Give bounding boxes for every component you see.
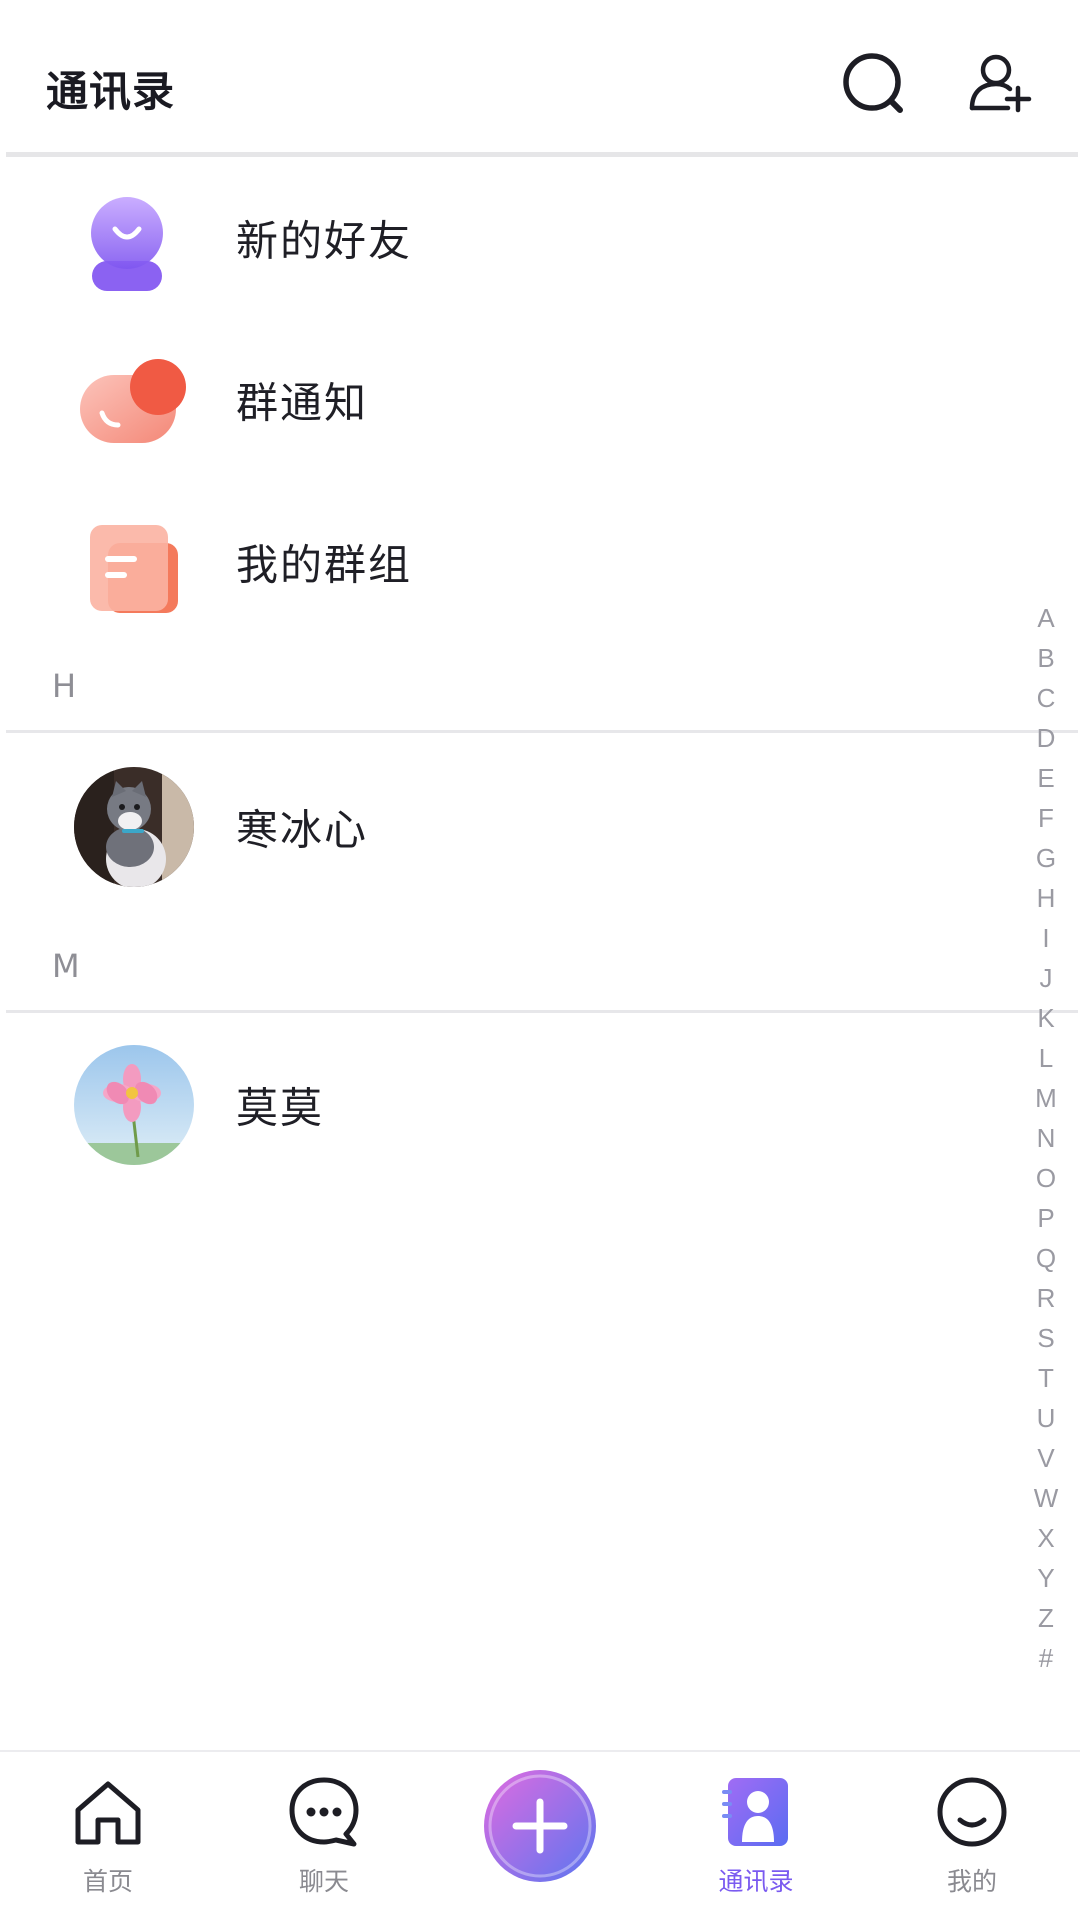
alphabet-index-letter[interactable]: T xyxy=(1038,1358,1054,1398)
alphabet-index-letter[interactable]: P xyxy=(1037,1198,1054,1238)
section-letter: M xyxy=(52,947,80,985)
contact-name: 寒冰心 xyxy=(236,805,369,855)
add-friend-icon xyxy=(969,54,1032,113)
alphabet-index[interactable]: A B C D E F G H I J K L M N O P Q R S T U V W X Y Z # xyxy=(1026,598,1066,1678)
tab-label: 我的 xyxy=(946,1867,997,1896)
section-divider xyxy=(6,1010,1078,1013)
tab-chat[interactable]: 聊天 xyxy=(244,1752,404,1922)
my-groups-icon xyxy=(72,507,196,619)
alphabet-index-letter[interactable]: G xyxy=(1036,838,1056,878)
alphabet-index-letter[interactable]: V xyxy=(1037,1438,1054,1478)
new-friends-row[interactable]: 新的好友 xyxy=(0,163,1030,313)
cat-avatar xyxy=(74,767,194,887)
contact-row[interactable]: 莫莫 xyxy=(0,1020,1030,1190)
plus-icon xyxy=(484,1770,596,1882)
search-icon xyxy=(843,53,903,113)
tab-label: 首页 xyxy=(82,1867,133,1896)
alphabet-index-letter[interactable]: Y xyxy=(1037,1558,1054,1598)
alphabet-index-letter[interactable]: C xyxy=(1037,678,1056,718)
header-divider xyxy=(6,152,1078,157)
contacts-icon xyxy=(722,1778,788,1846)
section-header-m: M xyxy=(0,935,1040,995)
alphabet-index-letter[interactable]: U xyxy=(1037,1398,1056,1438)
alphabet-index-letter[interactable]: N xyxy=(1037,1118,1056,1158)
alphabet-index-letter[interactable]: J xyxy=(1040,958,1053,998)
bottom-tab-bar: 首页 聊天 通讯录 我的 xyxy=(0,1750,1080,1922)
home-icon xyxy=(75,1781,141,1845)
contact-name: 莫莫 xyxy=(236,1083,325,1133)
profile-icon xyxy=(937,1777,1007,1847)
alphabet-index-letter[interactable]: X xyxy=(1037,1518,1054,1558)
my-groups-row[interactable]: 我的群组 xyxy=(0,487,1030,637)
section-header-h: H xyxy=(0,655,1040,715)
alphabet-index-letter[interactable]: # xyxy=(1039,1638,1053,1678)
tab-contacts[interactable]: 通讯录 xyxy=(676,1752,836,1922)
alphabet-index-letter[interactable]: E xyxy=(1037,758,1054,798)
alphabet-index-letter[interactable]: O xyxy=(1036,1158,1056,1198)
section-divider xyxy=(6,730,1078,733)
my-groups-label: 我的群组 xyxy=(236,540,413,590)
alphabet-index-letter[interactable]: D xyxy=(1037,718,1056,758)
alphabet-index-letter[interactable]: Q xyxy=(1036,1238,1056,1278)
alphabet-index-letter[interactable]: L xyxy=(1039,1038,1053,1078)
add-friend-button[interactable] xyxy=(962,44,1042,124)
alphabet-index-letter[interactable]: M xyxy=(1035,1078,1057,1118)
group-notice-icon xyxy=(72,345,196,457)
tab-label: 聊天 xyxy=(298,1867,349,1896)
alphabet-index-letter[interactable]: S xyxy=(1037,1318,1054,1358)
alphabet-index-letter[interactable]: W xyxy=(1034,1478,1059,1518)
page-title: 通讯录 xyxy=(46,67,176,116)
flower-avatar xyxy=(74,1045,194,1165)
alphabet-index-letter[interactable]: H xyxy=(1037,878,1056,918)
tab-profile[interactable]: 我的 xyxy=(892,1752,1052,1922)
new-friends-icon xyxy=(72,183,196,295)
tab-home[interactable]: 首页 xyxy=(28,1752,188,1922)
chat-icon xyxy=(289,1777,359,1847)
group-notice-label: 群通知 xyxy=(236,378,369,428)
alphabet-index-letter[interactable]: R xyxy=(1037,1278,1056,1318)
tab-label: 通讯录 xyxy=(718,1867,794,1896)
group-notice-row[interactable]: 群通知 xyxy=(0,325,1030,475)
alphabet-index-letter[interactable]: K xyxy=(1037,998,1054,1038)
new-friends-label: 新的好友 xyxy=(236,216,413,266)
search-button[interactable] xyxy=(834,44,914,124)
alphabet-index-letter[interactable]: Z xyxy=(1038,1598,1054,1638)
app-header: 通讯录 xyxy=(0,0,1080,152)
alphabet-index-letter[interactable]: F xyxy=(1038,798,1054,838)
alphabet-index-letter[interactable]: I xyxy=(1042,918,1049,958)
create-button[interactable] xyxy=(480,1766,600,1886)
alphabet-index-letter[interactable]: A xyxy=(1037,598,1054,638)
alphabet-index-letter[interactable]: B xyxy=(1037,638,1054,678)
section-letter: H xyxy=(52,667,77,705)
contact-row[interactable]: 寒冰心 xyxy=(0,742,1030,912)
